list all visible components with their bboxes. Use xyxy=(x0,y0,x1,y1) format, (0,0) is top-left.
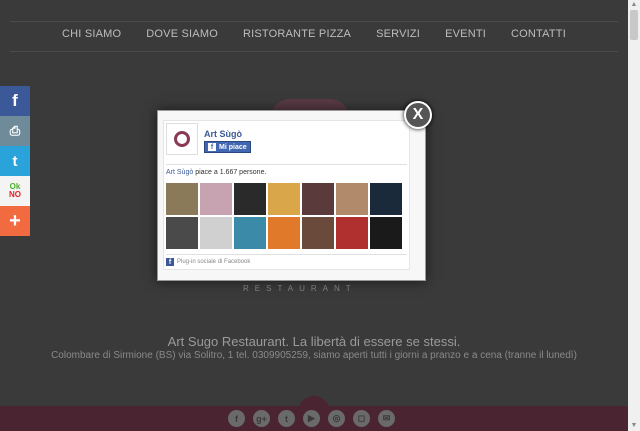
footer-social-icons: f g+ t ▶ ◎ ◻ ✉ xyxy=(228,410,395,427)
fan-avatar[interactable] xyxy=(166,183,198,215)
fan-avatar[interactable] xyxy=(370,217,402,249)
page-name-link[interactable]: Art Sùgò xyxy=(204,129,242,139)
nav-item-contatti[interactable]: CONTATTI xyxy=(511,28,566,40)
like-count-page-link[interactable]: Art Sùgò xyxy=(166,169,193,176)
share-more-icon[interactable]: + xyxy=(0,206,30,236)
scroll-down-arrow-icon[interactable]: ▼ xyxy=(628,421,640,431)
footer-googleplus-icon[interactable]: g+ xyxy=(253,410,270,427)
footer-facebook-icon[interactable]: f xyxy=(228,410,245,427)
scrollbar-thumb[interactable] xyxy=(630,10,638,40)
plugin-attribution: f Plug-in sociale di Facebook xyxy=(166,258,250,266)
share-print-icon[interactable]: ⎙ xyxy=(0,116,30,146)
fan-avatar[interactable] xyxy=(302,217,334,249)
nav-item-dove-siamo[interactable]: DOVE SIAMO xyxy=(146,28,218,40)
share-sidebar: f ⎙ t Ok NO + xyxy=(0,86,30,236)
nav-item-servizi[interactable]: SERVIZI xyxy=(376,28,420,40)
like-count-label: piace a 1.667 persone. xyxy=(193,169,267,176)
close-modal-button[interactable]: X xyxy=(404,101,432,129)
share-facebook-icon[interactable]: f xyxy=(0,86,30,116)
fan-avatar[interactable] xyxy=(336,183,368,215)
like-button[interactable]: f Mi piace xyxy=(204,141,251,153)
scroll-up-arrow-icon[interactable]: ▲ xyxy=(628,0,640,10)
nav-item-eventi[interactable]: EVENTI xyxy=(445,28,486,40)
like-button-label: Mi piace xyxy=(219,143,247,151)
vertical-scrollbar[interactable] xyxy=(628,0,640,431)
fan-avatar[interactable] xyxy=(166,217,198,249)
main-navigation: CHI SIAMO DOVE SIAMO RISTORANTE PIZZA SE… xyxy=(0,28,628,40)
footer-youtube-icon[interactable]: ▶ xyxy=(303,410,320,427)
fan-avatar[interactable] xyxy=(200,217,232,249)
facebook-likebox-modal: Art Sùgò f Mi piace Art Sùgò piace a 1.6… xyxy=(157,110,426,281)
logo-restaurant-text: RESTAURANT xyxy=(243,284,357,293)
fan-faces-grid xyxy=(166,183,402,249)
page-logo[interactable] xyxy=(166,123,198,155)
oknotizie-no-text: NO xyxy=(9,190,21,199)
footer-mail-icon[interactable]: ✉ xyxy=(378,410,395,427)
footer-twitter-icon[interactable]: t xyxy=(278,410,295,427)
fan-avatar[interactable] xyxy=(370,183,402,215)
share-oknotizie-icon[interactable]: Ok NO xyxy=(0,176,30,206)
facebook-small-icon: f xyxy=(166,258,174,266)
nav-item-ristorante-pizza[interactable]: RISTORANTE PIZZA xyxy=(243,28,351,40)
fan-avatar[interactable] xyxy=(268,183,300,215)
share-twitter-icon[interactable]: t xyxy=(0,146,30,176)
fan-avatar[interactable] xyxy=(234,217,266,249)
hero-tagline: Art Sugo Restaurant. La libertà di esser… xyxy=(167,334,461,349)
footer-tripadvisor-icon[interactable]: ◎ xyxy=(328,410,345,427)
fan-avatar[interactable] xyxy=(302,183,334,215)
plugin-footer-divider xyxy=(166,254,407,255)
plugin-label[interactable]: Plug-in sociale di Facebook xyxy=(177,259,250,265)
fan-avatar[interactable] xyxy=(336,217,368,249)
fan-avatar[interactable] xyxy=(268,217,300,249)
plugin-divider xyxy=(166,164,407,165)
logo-ring-icon xyxy=(174,131,190,147)
fan-avatar[interactable] xyxy=(200,183,232,215)
fan-avatar[interactable] xyxy=(234,183,266,215)
hero-address: Colombare di Sirmione (BS) via Solitro, … xyxy=(51,350,577,361)
facebook-page-plugin: Art Sùgò f Mi piace Art Sùgò piace a 1.6… xyxy=(163,120,410,270)
nav-item-chi-siamo[interactable]: CHI SIAMO xyxy=(62,28,121,40)
header-bottom-divider xyxy=(10,51,618,52)
footer-instagram-icon[interactable]: ◻ xyxy=(353,410,370,427)
facebook-like-icon: f xyxy=(208,143,216,151)
like-count-text: Art Sùgò piace a 1.667 persone. xyxy=(166,169,266,176)
header-top-divider xyxy=(10,21,618,22)
